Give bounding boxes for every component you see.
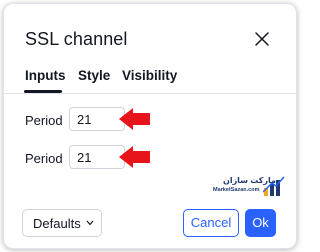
tab-divider <box>4 93 296 94</box>
tab-inputs[interactable]: Inputs <box>25 68 66 83</box>
dialog-header: SSL channel <box>4 4 296 62</box>
period-input[interactable]: 21 <box>69 107 125 131</box>
red-arrow-icon <box>119 146 150 168</box>
watermark-logo: مارکت سازان MarketSazan.com <box>209 174 289 200</box>
period-input[interactable]: 21 <box>69 145 125 169</box>
defaults-label: Defaults <box>33 216 81 231</box>
tab-visibility[interactable]: Visibility <box>122 68 177 83</box>
input-row-period-2: Period 21 <box>4 143 296 173</box>
cancel-button[interactable]: Cancel <box>183 209 239 237</box>
watermark-text-en: MarketSazan.com <box>213 187 260 193</box>
defaults-dropdown[interactable]: Defaults <box>22 209 102 237</box>
close-icon[interactable] <box>254 31 270 47</box>
bar-chart-logo-icon <box>263 176 285 196</box>
dialog-title: SSL channel <box>25 29 128 49</box>
tab-bar: Inputs Style Visibility <box>4 62 296 94</box>
chevron-down-icon <box>86 220 94 226</box>
tab-style[interactable]: Style <box>78 68 110 83</box>
input-row-period-1: Period 21 <box>4 105 296 135</box>
period-label: Period <box>25 151 63 166</box>
footer-divider <box>4 201 296 202</box>
period-label: Period <box>25 113 63 128</box>
settings-dialog: SSL channel Inputs Style Visibility Peri… <box>3 3 297 249</box>
red-arrow-icon <box>119 108 150 130</box>
ok-button[interactable]: Ok <box>245 209 276 237</box>
